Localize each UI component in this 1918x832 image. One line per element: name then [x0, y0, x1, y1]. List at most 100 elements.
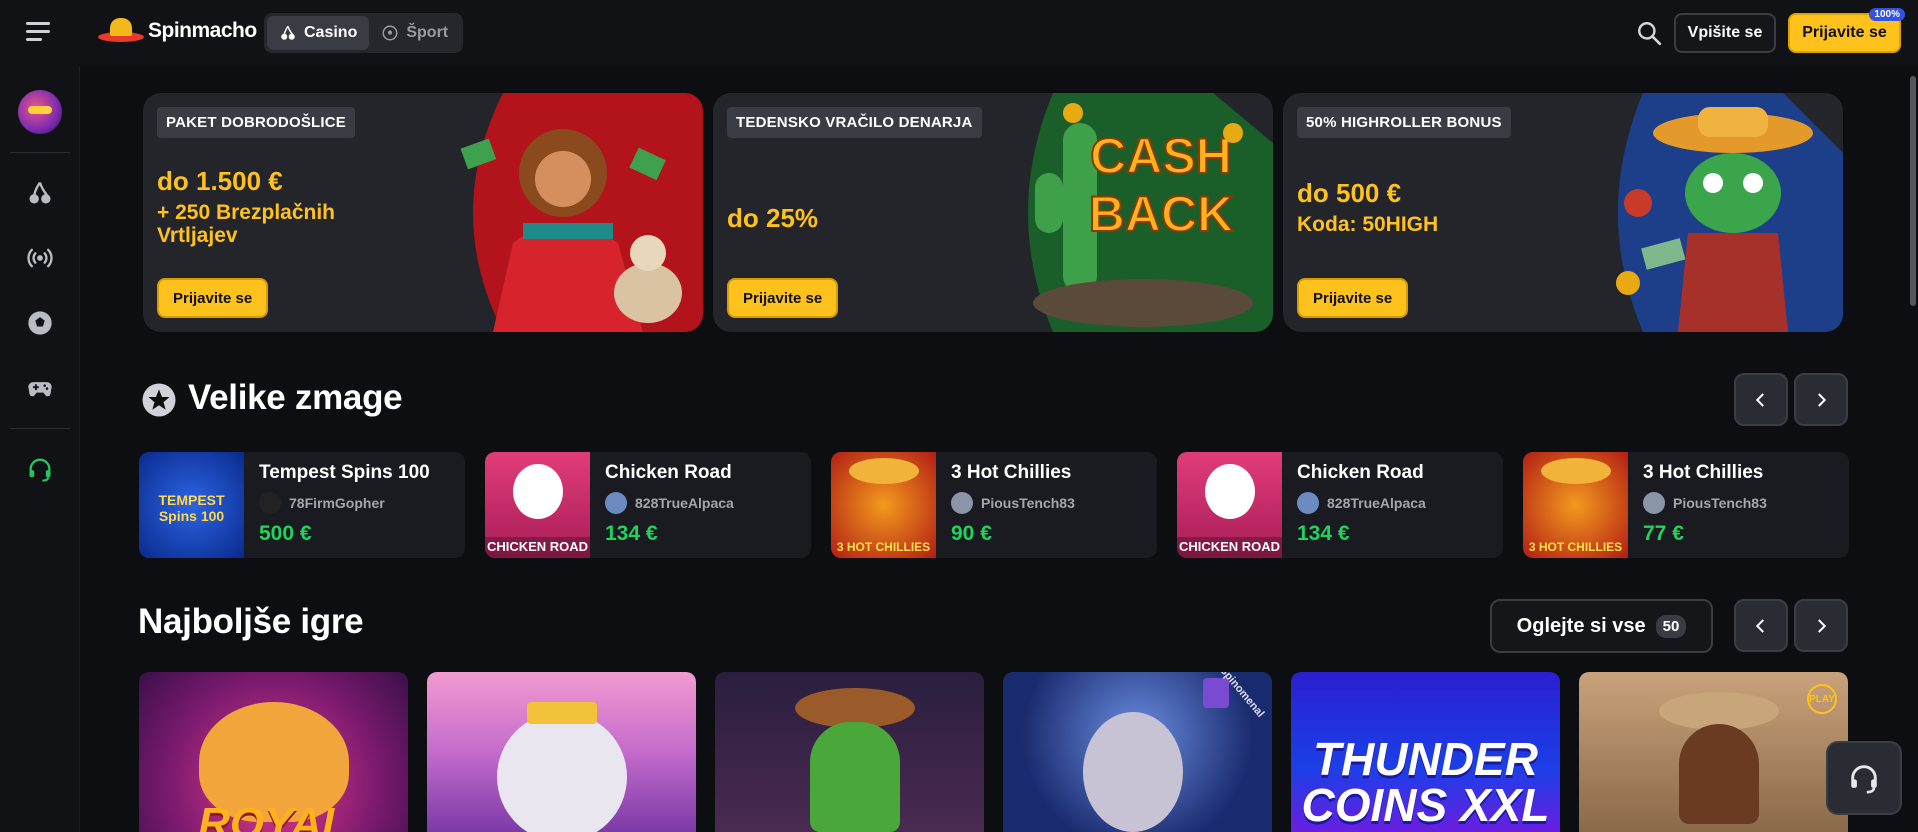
win-amount: 500 € — [259, 522, 312, 545]
cactus-character-icon — [810, 722, 900, 832]
login-button[interactable]: Vpišite se — [1674, 13, 1776, 53]
promo-title: do 1.500 € — [157, 166, 283, 196]
thumb-text: 3 HOT CHILLIES — [1528, 540, 1623, 554]
promo-tag: PAKET DOBRODOŠLICE — [157, 107, 355, 138]
sidebar — [0, 66, 80, 832]
game-tile[interactable]: THUNDER COINS XXL — [1291, 672, 1560, 832]
sombrero-icon — [1541, 458, 1611, 484]
promo-register-button[interactable]: Prijavite se — [727, 278, 839, 318]
god-character-icon — [1083, 712, 1183, 832]
see-all-button[interactable]: Oglejte si vse 50 — [1490, 599, 1713, 653]
win-game-name: Tempest Spins 100 — [259, 462, 430, 483]
game-tile[interactable]: ROYAL — [139, 672, 408, 832]
top-games-prev-button[interactable] — [1734, 599, 1788, 652]
game-thumbnail: CHICKEN ROAD — [485, 452, 590, 558]
sombrero-icon — [849, 458, 919, 484]
promo-mascot-icon — [18, 90, 62, 134]
thumb-text: CHICKEN ROAD — [485, 537, 590, 558]
sidebar-divider — [10, 428, 70, 429]
promo-register-button[interactable]: Prijavite se — [1297, 278, 1409, 318]
cowboy-character-icon — [1679, 724, 1759, 824]
tab-casino[interactable]: Casino — [267, 16, 370, 50]
promo-card-welcome[interactable]: PAKET DOBRODOŠLICE do 1.500 € + 250 Brez… — [143, 93, 703, 332]
game-tile[interactable]: Spinomenal — [1003, 672, 1272, 832]
promo-subtitle: + 250 Brezplačnih Vrtljajev — [157, 201, 335, 248]
win-user: PiousTench83 — [951, 492, 1075, 514]
win-amount: 134 € — [1297, 522, 1350, 545]
zeus-icon — [497, 712, 627, 832]
support-chat-button[interactable] — [1826, 741, 1902, 815]
tab-casino-label: Casino — [304, 24, 358, 41]
win-username: PiousTench83 — [981, 495, 1075, 511]
win-username: PiousTench83 — [1673, 495, 1767, 511]
user-avatar — [1643, 492, 1665, 514]
sidebar-item-support[interactable] — [0, 444, 80, 494]
promo-card-cashback[interactable]: CASH BACK TEDENSKO VRAČILO DENARJA do 25… — [713, 93, 1273, 332]
game-tile-label: THUNDER COINS XXL — [1301, 733, 1550, 831]
register-button[interactable]: Prijavite se 100% — [1788, 8, 1905, 53]
chicken-icon — [1205, 464, 1255, 519]
sidebar-item-live[interactable] — [0, 233, 80, 283]
big-win-card[interactable]: CHICKEN ROAD Chicken Road 828TrueAlpaca … — [485, 452, 811, 558]
promo-tag: TEDENSKO VRAČILO DENARJA — [727, 107, 982, 138]
vertical-switch: Casino Šport — [264, 13, 464, 53]
win-game-name: 3 Hot Chillies — [951, 462, 1072, 483]
chevron-left-icon — [1755, 392, 1764, 407]
big-win-card[interactable]: 3 HOT CHILLIES 3 Hot Chillies PiousTench… — [831, 452, 1157, 558]
cherries-icon — [29, 181, 51, 204]
gamepad-icon — [28, 382, 52, 397]
search-icon[interactable] — [1636, 20, 1662, 46]
big-win-card[interactable]: 3 HOT CHILLIES 3 Hot Chillies PiousTench… — [1523, 452, 1849, 558]
sidebar-item-sport[interactable] — [0, 298, 80, 348]
tab-sport[interactable]: Šport — [369, 16, 460, 50]
game-tile[interactable]: PLAY — [1579, 672, 1848, 832]
game-thumbnail: TEMPEST Spins 100 — [139, 452, 244, 558]
top-games-next-button[interactable] — [1794, 599, 1848, 652]
sidebar-item-promotions[interactable] — [0, 87, 80, 137]
chicken-icon — [513, 464, 563, 519]
sidebar-item-games[interactable] — [0, 363, 80, 413]
promo-title: do 500 € — [1297, 178, 1402, 208]
logo-text: Spinmacho — [148, 19, 257, 42]
sombrero-icon — [98, 14, 144, 48]
chevron-left-icon — [1755, 618, 1764, 633]
big-wins-prev-button[interactable] — [1734, 373, 1788, 426]
game-tile[interactable] — [715, 672, 984, 832]
cherries-icon — [281, 25, 295, 40]
big-win-card[interactable]: CHICKEN ROAD Chicken Road 828TrueAlpaca … — [1177, 452, 1503, 558]
user-avatar — [259, 492, 281, 514]
promo-register-button[interactable]: Prijavite se — [157, 278, 269, 318]
win-amount: 77 € — [1643, 522, 1684, 545]
win-user: 828TrueAlpaca — [605, 492, 734, 514]
promo-subtitle: Koda: 50HIGH — [1297, 213, 1439, 236]
game-tile[interactable] — [427, 672, 696, 832]
chevron-right-icon — [1818, 618, 1827, 633]
win-username: 828TrueAlpaca — [1327, 495, 1426, 511]
bonus-badge: 100% — [1869, 8, 1905, 21]
tab-sport-label: Šport — [406, 24, 449, 41]
win-user: PiousTench83 — [1643, 492, 1767, 514]
cashback-illustration: CASH BACK — [1028, 93, 1273, 332]
promo-card-highroller[interactable]: 50% HIGHROLLER BONUS do 500 € Koda: 50HI… — [1283, 93, 1843, 332]
game-thumbnail: 3 HOT CHILLIES — [1523, 452, 1628, 558]
promo-tag: 50% HIGHROLLER BONUS — [1297, 107, 1511, 138]
cash-text: CASH — [1090, 128, 1232, 184]
win-game-name: Chicken Road — [1297, 462, 1424, 483]
hamburger-menu-icon[interactable] — [26, 22, 50, 42]
football-icon — [382, 25, 398, 41]
big-win-card[interactable]: TEMPEST Spins 100 Tempest Spins 100 78Fi… — [139, 452, 465, 558]
big-wins-next-button[interactable] — [1794, 373, 1848, 426]
win-game-name: Chicken Road — [605, 462, 732, 483]
scrollbar-thumb[interactable] — [1910, 76, 1916, 306]
thumb-text: CHICKEN ROAD — [1177, 537, 1282, 558]
user-avatar — [605, 492, 627, 514]
see-all-label: Oglejte si vse — [1516, 614, 1646, 637]
win-game-name: 3 Hot Chillies — [1643, 462, 1764, 483]
win-amount: 134 € — [605, 522, 658, 545]
thumb-text: TEMPEST Spins 100 — [158, 492, 225, 524]
sidebar-item-casino[interactable] — [0, 168, 80, 218]
logo[interactable]: Spinmacho — [98, 14, 257, 48]
highroller-illustration — [1616, 93, 1843, 332]
page-scrollbar[interactable] — [1910, 76, 1916, 832]
win-user: 828TrueAlpaca — [1297, 492, 1426, 514]
